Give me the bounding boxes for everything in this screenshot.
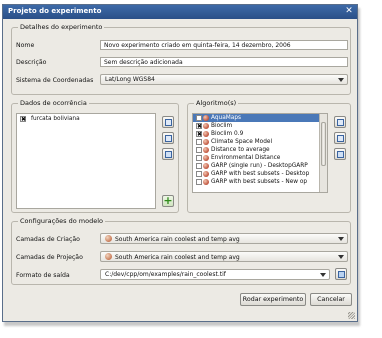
- algorithm-scrollbar[interactable]: [319, 114, 327, 192]
- globe-icon: [203, 163, 209, 169]
- algorithm-item[interactable]: ✖ Bioclim: [193, 122, 327, 130]
- occurrence-group-title: Dados de ocorrência: [18, 99, 89, 107]
- algorithm-item[interactable]: Environmental Distance: [193, 154, 327, 162]
- scrollbar-thumb[interactable]: [321, 122, 326, 166]
- coordinate-system-label: Sistema de Coordenadas: [16, 77, 94, 84]
- projection-layers-select[interactable]: South America rain coolest and temp avg: [100, 251, 348, 262]
- cancel-button[interactable]: Cancelar: [310, 293, 352, 306]
- occurrence-edit-button[interactable]: [162, 132, 174, 144]
- algorithm-label: Bioclim 0.9: [211, 131, 244, 137]
- algorithm-item[interactable]: AquaMaps: [193, 114, 327, 122]
- details-group-title: Detalhes do experimento: [18, 23, 105, 31]
- algorithm-checkbox[interactable]: [196, 115, 202, 121]
- title-bar: Projeto do experimento ✕: [3, 5, 357, 19]
- window-icon: [337, 135, 344, 142]
- algorithm-label: Climate Space Model: [211, 139, 273, 145]
- occurrence-new-button[interactable]: [162, 116, 174, 128]
- name-label: Nome: [16, 42, 35, 49]
- coordinate-system-select[interactable]: Lat/Long WGS84: [100, 74, 348, 85]
- algorithm-label: AquaMaps: [211, 115, 242, 121]
- model-settings-group: Configurações do modelo Camadas de Criaç…: [11, 217, 351, 285]
- algorithm-label: GARP with best subsets - Desktop: [211, 171, 310, 177]
- description-label: Descrição: [16, 59, 47, 66]
- occurrence-list[interactable]: ✖ furcata boliviana: [16, 113, 156, 209]
- algorithm-checkbox[interactable]: ✖: [196, 131, 202, 138]
- creation-layers-label: Camadas de Criação: [16, 236, 80, 243]
- model-settings-title: Configurações do modelo: [18, 217, 106, 225]
- chevron-down-icon: [320, 273, 326, 277]
- globe-icon: [203, 155, 209, 161]
- description-field[interactable]: Sem descrição adicionada: [100, 57, 348, 67]
- new-document-icon: [337, 119, 344, 126]
- algorithm-checkbox[interactable]: [196, 179, 202, 185]
- chevron-down-icon: [338, 237, 344, 241]
- algorithm-browse-button[interactable]: [334, 148, 346, 160]
- resize-grip[interactable]: [348, 312, 355, 319]
- globe-icon: [203, 115, 209, 121]
- run-experiment-button[interactable]: Rodar experimento: [240, 293, 306, 306]
- name-field[interactable]: Novo experimento criado em quinta-feira,…: [100, 40, 348, 50]
- algorithm-new-button[interactable]: [334, 116, 346, 128]
- algorithm-item[interactable]: GARP with best subsets - New op: [193, 178, 327, 186]
- occurrence-browse-button[interactable]: [162, 148, 174, 160]
- browse-icon: [337, 151, 344, 158]
- algorithms-group-title: Algoritmo(s): [194, 99, 239, 107]
- occurrence-item[interactable]: ✖ furcata boliviana: [17, 115, 155, 123]
- occurrence-checkbox[interactable]: ✖: [20, 116, 26, 123]
- algorithm-label: Environmental Distance: [211, 155, 281, 161]
- projection-layers-value: South America rain coolest and temp avg: [115, 254, 240, 261]
- creation-layers-value: South America rain coolest and temp avg: [115, 236, 240, 243]
- globe-icon: [203, 171, 209, 177]
- window-title: Projeto do experimento: [8, 7, 102, 15]
- algorithm-item[interactable]: GARP with best subsets - Desktop: [193, 170, 327, 178]
- coordinate-system-value: Lat/Long WGS84: [105, 76, 155, 83]
- algorithm-list[interactable]: AquaMaps ✖ Bioclim ✖ Bioclim 0.9 Climate S…: [192, 113, 328, 193]
- algorithm-checkbox[interactable]: [196, 147, 202, 153]
- occurrence-group: Dados de ocorrência ✖ furcata boliviana …: [11, 99, 179, 213]
- globe-icon: [203, 179, 209, 185]
- algorithm-label: Bioclim: [211, 123, 233, 129]
- globe-icon: [105, 235, 112, 242]
- occurrence-item-label: furcata boliviana: [31, 116, 80, 122]
- globe-icon: [203, 123, 209, 129]
- projection-layers-label: Camadas de Projeção: [16, 254, 83, 261]
- algorithm-item[interactable]: GARP (single run) - DesktopGARP: [193, 162, 327, 170]
- new-document-icon: [165, 119, 172, 126]
- globe-icon: [203, 131, 209, 137]
- details-group: Detalhes do experimento Nome Novo experi…: [11, 23, 351, 95]
- output-format-label: Formato de saída: [16, 272, 70, 279]
- algorithm-label: GARP (single run) - DesktopGARP: [211, 163, 308, 169]
- algorithms-group: Algoritmo(s) AquaMaps ✖ Bioclim ✖ Bioclim …: [187, 99, 351, 213]
- output-format-value: C:/dev/cpp/om/examples/rain_coolest.tif: [105, 271, 226, 278]
- algorithm-checkbox[interactable]: [196, 139, 202, 145]
- algorithm-checkbox[interactable]: [196, 155, 202, 161]
- algorithm-checkbox[interactable]: [196, 163, 202, 169]
- add-occurrence-button[interactable]: +: [162, 194, 174, 207]
- browse-icon: [165, 151, 172, 158]
- algorithm-checkbox[interactable]: ✖: [196, 123, 202, 130]
- algorithm-edit-button[interactable]: [334, 132, 346, 144]
- algorithm-item[interactable]: Climate Space Model: [193, 138, 327, 146]
- creation-layers-select[interactable]: South America rain coolest and temp avg: [100, 233, 348, 244]
- globe-icon: [203, 139, 209, 145]
- globe-icon: [105, 253, 112, 260]
- close-icon[interactable]: ✕: [344, 7, 354, 17]
- window-icon: [165, 135, 172, 142]
- algorithm-label: GARP with best subsets - New op: [211, 179, 308, 185]
- algorithm-checkbox[interactable]: [196, 171, 202, 177]
- algorithm-item[interactable]: ✖ Bioclim 0.9: [193, 130, 327, 138]
- chevron-down-icon: [338, 255, 344, 259]
- algorithm-item[interactable]: Distance to average: [193, 146, 327, 154]
- output-format-select[interactable]: C:/dev/cpp/om/examples/rain_coolest.tif: [100, 269, 330, 280]
- folder-icon: [338, 271, 345, 278]
- algorithm-label: Distance to average: [211, 147, 270, 153]
- experiment-dialog: Projeto do experimento ✕ Detalhes do exp…: [2, 4, 358, 322]
- plus-icon: +: [163, 194, 173, 207]
- output-browse-button[interactable]: [335, 268, 347, 280]
- globe-icon: [203, 147, 209, 153]
- chevron-down-icon: [338, 78, 344, 82]
